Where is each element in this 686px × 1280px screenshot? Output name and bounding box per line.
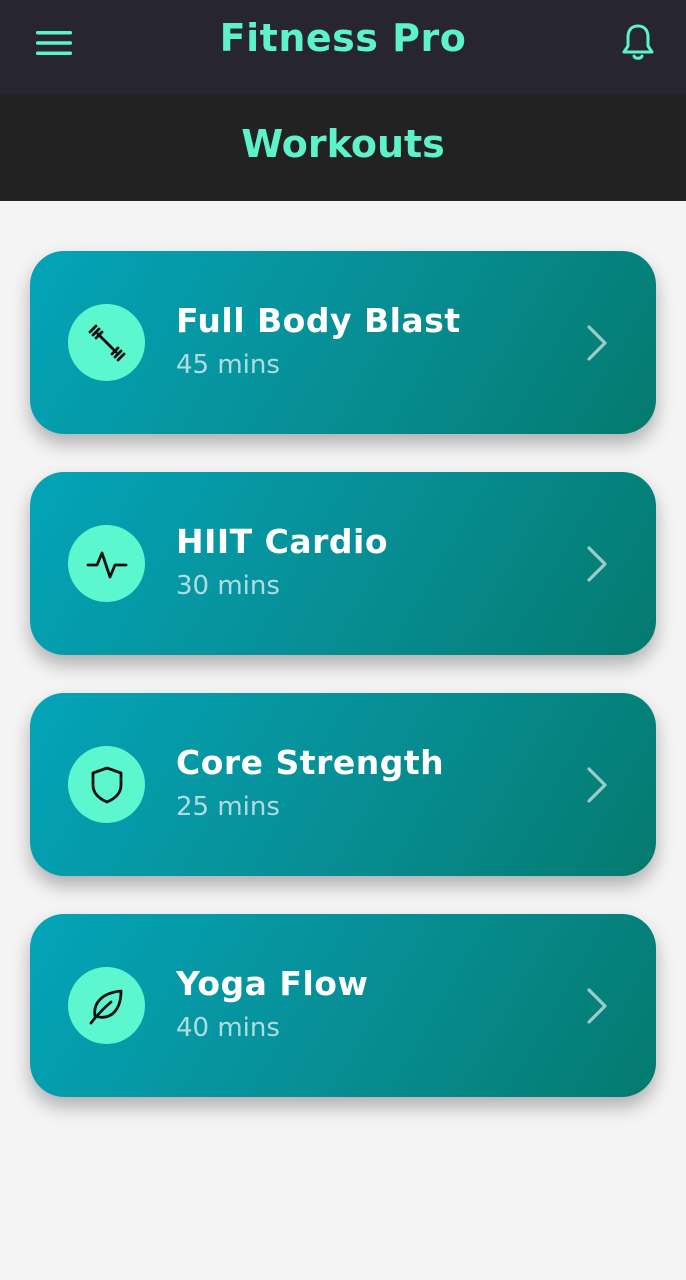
workout-card-yoga-flow[interactable]: Yoga Flow 40 mins [30,914,656,1097]
activity-pulse-icon [68,525,145,602]
workout-title: HIIT Cardio [176,522,389,561]
chevron-right-icon [584,545,610,583]
workout-duration: 45 mins [176,350,280,380]
workout-duration: 25 mins [176,792,280,822]
workout-duration: 30 mins [176,571,280,601]
workout-title: Full Body Blast [176,301,461,340]
dumbbell-icon [68,304,145,381]
leaf-icon [68,967,145,1044]
workout-title: Core Strength [176,743,445,782]
workout-title: Yoga Flow [176,964,369,1003]
shield-icon [68,746,145,823]
chevron-right-icon [584,324,610,362]
workout-card-core-strength[interactable]: Core Strength 25 mins [30,693,656,876]
workout-duration: 40 mins [176,1013,280,1043]
workout-card-hiit-cardio[interactable]: HIIT Cardio 30 mins [30,472,656,655]
top-app-bar: Fitness Pro [0,0,686,94]
app-title: Fitness Pro [219,16,467,60]
workout-list: Full Body Blast 45 mins HIIT Cardio 30 m… [30,251,656,1135]
page-header: Workouts [0,94,686,201]
chevron-right-icon [584,987,610,1025]
workout-card-full-body-blast[interactable]: Full Body Blast 45 mins [30,251,656,434]
page-title: Workouts [241,122,445,166]
bell-icon[interactable] [614,18,662,66]
chevron-right-icon [584,766,610,804]
